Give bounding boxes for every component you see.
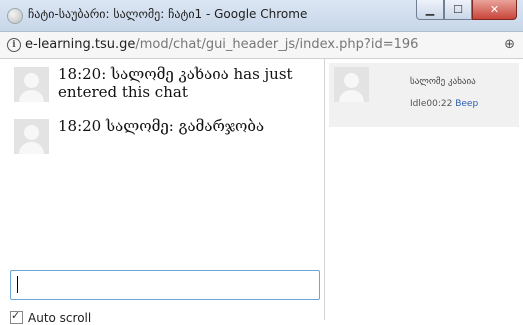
beep-link[interactable]: Beep — [455, 99, 478, 109]
window-controls: ▁ ☐ ✕ — [416, 0, 517, 20]
user-list-item: სალომე კახაია Idle00:22 Beep — [329, 63, 519, 127]
auto-scroll-label: Auto scroll — [28, 311, 92, 325]
address-bar[interactable]: i e-learning.tsu.ge/mod/chat/gui_header_… — [0, 32, 523, 59]
user-status: Idle00:22 Beep — [410, 99, 478, 109]
chat-message-input[interactable] — [10, 270, 320, 300]
minimize-button[interactable]: ▁ — [416, 0, 444, 20]
chat-message-text: 18:20: სალომე კახაია has just entered th… — [58, 65, 293, 101]
user-avatar — [14, 67, 49, 102]
close-button[interactable]: ✕ — [472, 0, 517, 20]
chat-message: 18:20 სალომე: გამარჯობა — [14, 117, 320, 154]
auto-scroll-checkbox[interactable] — [10, 309, 23, 324]
zoom-icon[interactable]: ⊕ — [504, 37, 515, 52]
url-host: e-learning.tsu.ge — [25, 37, 136, 52]
user-idle-time: Idle00:22 — [410, 99, 453, 109]
info-icon[interactable]: i — [7, 38, 21, 52]
user-avatar[interactable] — [334, 67, 369, 102]
window-title: ჩატი-საუბარი: სალომე: ჩატი1 - Google Chr… — [28, 7, 308, 21]
chat-message: 18:20: სალომე კახაია has just entered th… — [14, 65, 320, 102]
window-titlebar: ჩატი-საუბარი: სალომე: ჩატი1 - Google Chr… — [0, 0, 523, 32]
auto-scroll-option[interactable]: Auto scroll — [10, 309, 92, 325]
text-caret — [17, 276, 18, 293]
user-avatar — [14, 119, 49, 154]
user-name[interactable]: სალომე კახაია — [410, 77, 476, 87]
url-text[interactable]: e-learning.tsu.ge/mod/chat/gui_header_js… — [25, 37, 418, 52]
chat-users-pane: სალომე კახაია Idle00:22 Beep — [325, 59, 523, 320]
maximize-button[interactable]: ☐ — [444, 0, 472, 20]
chrome-app-icon — [7, 8, 23, 24]
chat-message-text: 18:20 სალომე: გამარჯობა — [58, 117, 265, 135]
url-path: /mod/chat/gui_header_js/index.php?id=196 — [135, 37, 419, 52]
